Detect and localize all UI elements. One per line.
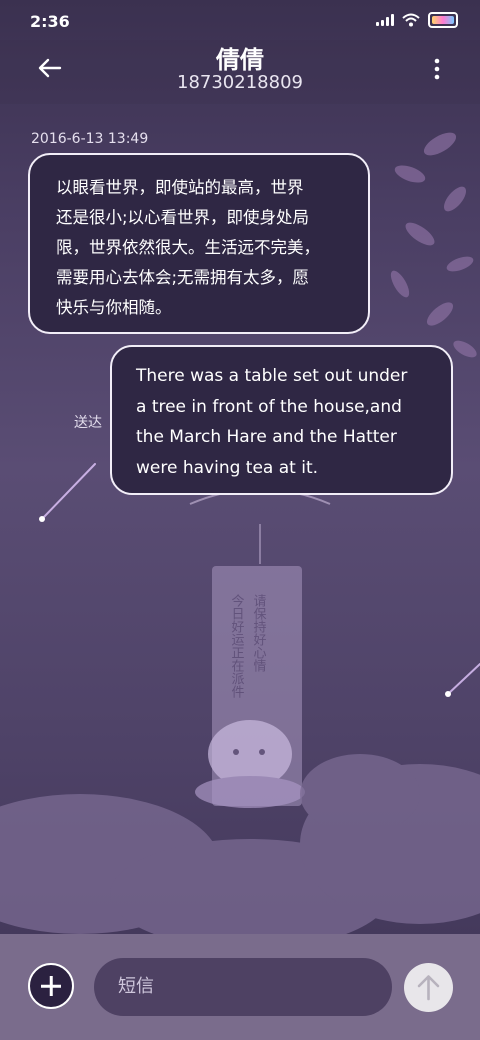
more-vert-icon[interactable] <box>430 56 444 82</box>
plus-icon[interactable] <box>28 963 74 1009</box>
message-line: were having tea at it. <box>136 457 319 478</box>
message-line: 限，世界依然很大。生活远不完美， <box>56 238 320 257</box>
message-line: 快乐与你相随。 <box>56 298 172 317</box>
shooting-stars <box>39 463 480 697</box>
wind-chime: 请保持好心情 今日好运正在派件 <box>189 488 331 806</box>
message-line: the March Hare and the Hatter <box>136 427 397 447</box>
sheep-decoration <box>195 720 305 808</box>
contact-name: 倩倩 <box>216 46 264 74</box>
leaves-decoration <box>390 132 477 358</box>
contact-phone: 18730218809 <box>177 72 303 93</box>
status-time: 2:36 <box>30 12 70 31</box>
battery-icon <box>428 12 458 28</box>
message-line: 需要用心去体会;无需拥有太多，愿 <box>56 268 310 287</box>
status-bar: 2:36 <box>0 0 480 44</box>
svg-text:请保持好心情: 请保持好心情 <box>251 594 267 672</box>
clouds-decoration <box>0 754 480 934</box>
message-timestamp: 2016-6-13 13:49 <box>31 131 149 147</box>
status-icons <box>376 12 458 28</box>
sms-input[interactable]: 短信 <box>94 958 392 1016</box>
conversation-header: 倩倩 18730218809 <box>0 40 480 104</box>
incoming-message-bubble[interactable]: 以眼看世界，即使站的最高，世界 还是很小;以心看世界，即使身处局 限，世界依然很… <box>28 153 370 334</box>
send-button[interactable] <box>404 963 453 1012</box>
signal-icon <box>376 14 394 26</box>
message-line: 以眼看世界，即使站的最高，世界 <box>56 178 304 197</box>
message-line: 还是很小;以心看世界，即使身处局 <box>56 208 310 227</box>
outgoing-message-bubble[interactable]: There was a table set out under a tree i… <box>110 345 453 495</box>
composer-bar: 短信 <box>0 934 480 1040</box>
delivery-status: 送达 <box>74 415 102 431</box>
message-line: a tree in front of the house,and <box>136 396 402 417</box>
svg-text:今日好运正在派件: 今日好运正在派件 <box>229 593 245 698</box>
message-line: There was a table set out under <box>136 366 408 386</box>
arrow-up-icon <box>417 975 440 1001</box>
wifi-icon <box>402 13 420 27</box>
